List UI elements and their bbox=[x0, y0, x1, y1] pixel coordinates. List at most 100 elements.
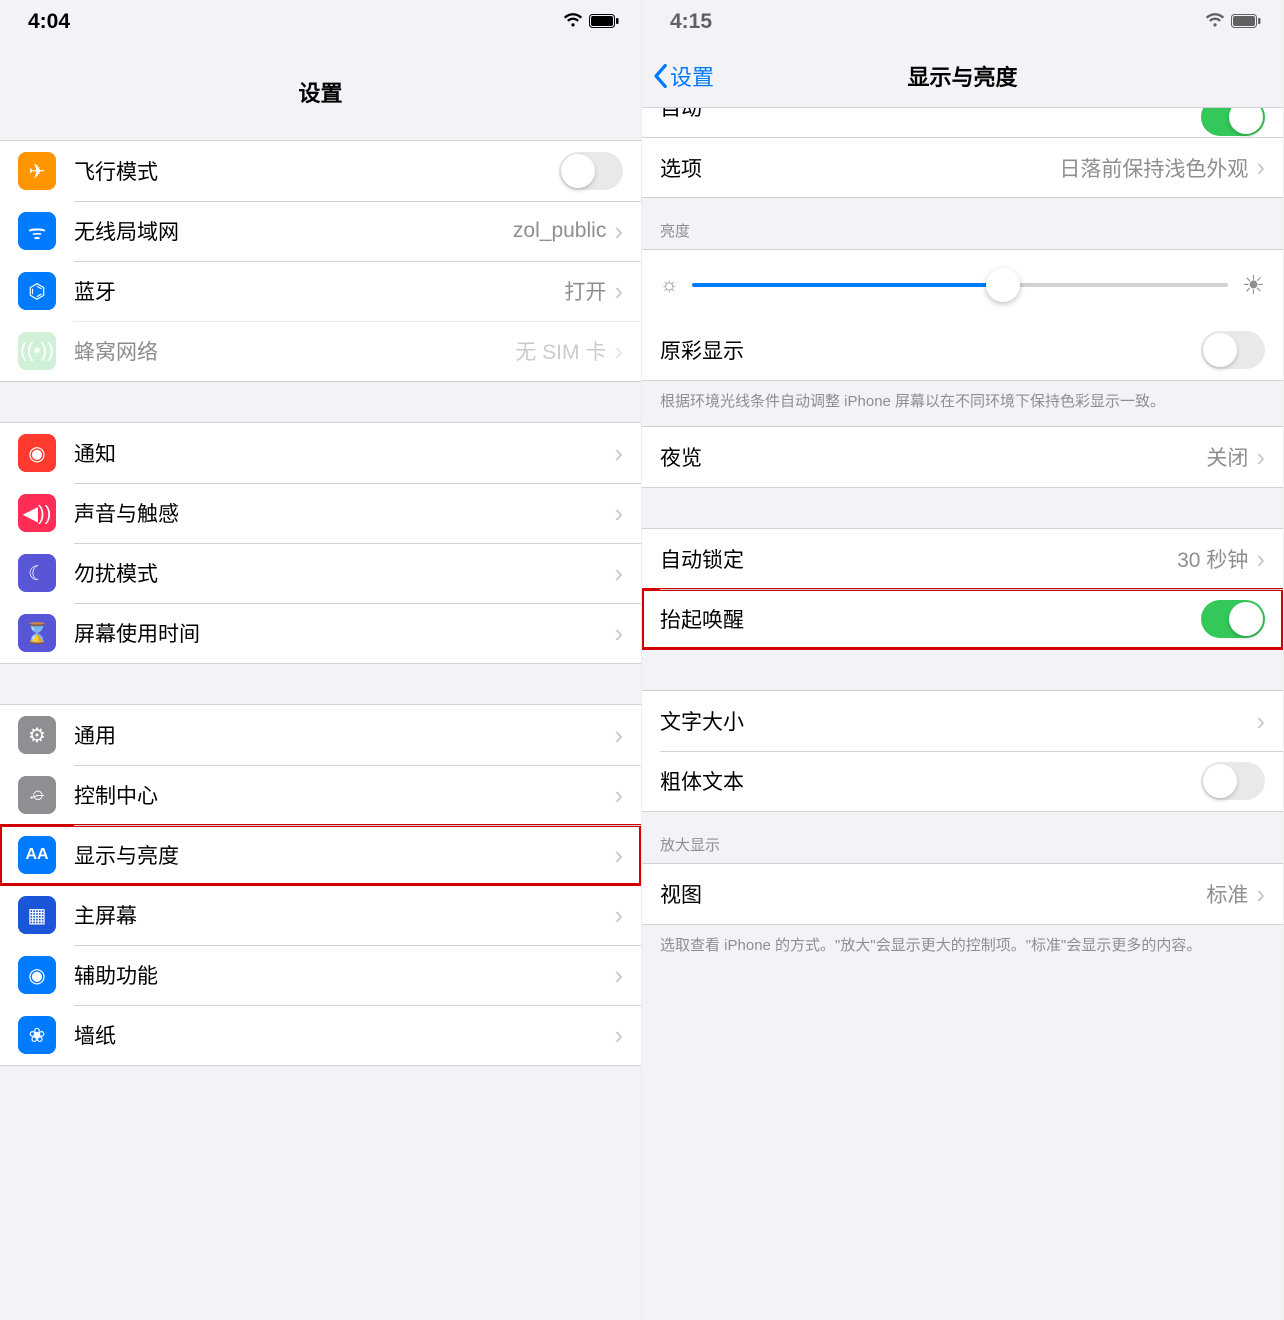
text-size-row[interactable]: 文字大小 › bbox=[642, 691, 1283, 751]
chevron-right-icon: › bbox=[614, 276, 623, 307]
settings-row-蓝牙[interactable]: ⌬蓝牙打开› bbox=[0, 261, 641, 321]
chevron-right-icon: › bbox=[1256, 152, 1265, 183]
chevron-right-icon: › bbox=[614, 618, 623, 649]
row-label: 墙纸 bbox=[74, 1020, 614, 1050]
true-tone-label: 原彩显示 bbox=[660, 335, 1201, 365]
status-bar: 4:15 bbox=[642, 0, 1283, 44]
status-icons bbox=[1205, 10, 1261, 34]
dnd-icon: ☾ bbox=[18, 554, 56, 592]
back-button[interactable]: 设置 bbox=[652, 60, 714, 92]
row-value: zol_public bbox=[513, 219, 606, 243]
settings-row-主屏幕[interactable]: ▦ 主屏幕› bbox=[0, 885, 641, 945]
bluetooth-icon: ⌬ bbox=[18, 272, 56, 310]
auto-lock-row[interactable]: 自动锁定 30 秒钟 › bbox=[642, 529, 1283, 589]
chevron-right-icon: › bbox=[614, 960, 623, 991]
brightness-slider[interactable] bbox=[692, 283, 1227, 287]
text-size-label: 文字大小 bbox=[660, 706, 1256, 736]
screentime-icon: ⌛ bbox=[18, 614, 56, 652]
chevron-right-icon: › bbox=[1256, 879, 1265, 910]
chevron-right-icon: › bbox=[614, 720, 623, 751]
settings-row-通知[interactable]: ◉通知› bbox=[0, 423, 641, 483]
sun-small-icon: ☼ bbox=[660, 274, 678, 297]
row-label: 声音与触感 bbox=[74, 498, 614, 528]
settings-screen: 4:04 设置 ✈飞行模式ᯤ无线局域网zol_public›⌬蓝牙打开›((•)… bbox=[0, 0, 642, 1320]
chevron-right-icon: › bbox=[614, 558, 623, 589]
display-brightness-screen: 4:15 设置 显示与亮度 自动 选项 日落前保持浅色外观 › 亮度 ☼ bbox=[642, 0, 1284, 1320]
settings-row-无线局域网[interactable]: ᯤ无线局域网zol_public› bbox=[0, 201, 641, 261]
settings-row-墙纸[interactable]: ❀墙纸› bbox=[0, 1005, 641, 1065]
row-value: 打开 bbox=[564, 276, 606, 306]
auto-label: 自动 bbox=[660, 108, 1201, 122]
view-value: 标准 bbox=[1206, 879, 1248, 909]
options-value: 日落前保持浅色外观 bbox=[1059, 153, 1248, 183]
chevron-right-icon: › bbox=[1256, 442, 1265, 473]
row-label: 通用 bbox=[74, 720, 614, 750]
chevron-right-icon: › bbox=[1256, 706, 1265, 737]
raise-to-wake-toggle[interactable] bbox=[1201, 600, 1265, 638]
night-shift-value: 关闭 bbox=[1206, 442, 1248, 472]
chevron-right-icon: › bbox=[614, 780, 623, 811]
display-icon: AA bbox=[18, 836, 56, 874]
chevron-right-icon: › bbox=[614, 900, 623, 931]
battery-status-icon bbox=[589, 10, 619, 34]
wallpaper-icon: ❀ bbox=[18, 1016, 56, 1054]
row-label: 勿扰模式 bbox=[74, 558, 614, 588]
auto-appearance-row-partial[interactable]: 自动 bbox=[642, 108, 1283, 138]
sun-large-icon: ☀ bbox=[1242, 270, 1265, 301]
nav-title: 显示与亮度 bbox=[907, 60, 1017, 92]
view-row[interactable]: 视图 标准 › bbox=[642, 864, 1283, 924]
options-label: 选项 bbox=[660, 153, 1059, 183]
settings-row-控制中心[interactable]: ⌮ 控制中心› bbox=[0, 765, 641, 825]
auto-lock-value: 30 秒钟 bbox=[1177, 544, 1248, 574]
settings-row-通用[interactable]: ⚙ 通用› bbox=[0, 705, 641, 765]
accessibility-icon: ◉ bbox=[18, 956, 56, 994]
chevron-right-icon: › bbox=[614, 336, 623, 367]
settings-row-蜂窝网络[interactable]: ((•))蜂窝网络无 SIM 卡› bbox=[0, 321, 641, 381]
zoom-header: 放大显示 bbox=[642, 812, 1283, 863]
slider-thumb[interactable] bbox=[986, 268, 1020, 302]
settings-row-屏幕使用时间[interactable]: ⌛ 屏幕使用时间› bbox=[0, 603, 641, 663]
night-shift-label: 夜览 bbox=[660, 442, 1206, 472]
control-center-icon: ⌮ bbox=[18, 776, 56, 814]
chevron-right-icon: › bbox=[1256, 544, 1265, 575]
nav-title: 设置 bbox=[298, 76, 342, 108]
cellular-icon: ((•)) bbox=[18, 332, 56, 370]
view-footer: 选取查看 iPhone 的方式。"放大"会显示更大的控制项。"标准"会显示更多的… bbox=[642, 925, 1283, 970]
row-label: 无线局域网 bbox=[74, 216, 513, 246]
raise-to-wake-row[interactable]: 抬起唤醒 bbox=[642, 589, 1283, 649]
row-label: 显示与亮度 bbox=[74, 840, 614, 870]
options-row[interactable]: 选项 日落前保持浅色外观 › bbox=[642, 138, 1283, 198]
raise-to-wake-label: 抬起唤醒 bbox=[660, 604, 1201, 634]
row-label: 飞行模式 bbox=[74, 156, 559, 186]
night-shift-row[interactable]: 夜览 关闭 › bbox=[642, 427, 1283, 487]
settings-row-显示与亮度[interactable]: AA 显示与亮度› bbox=[0, 825, 641, 885]
wifi-status-icon bbox=[1205, 10, 1225, 34]
row-label: 控制中心 bbox=[74, 780, 614, 810]
general-icon: ⚙ bbox=[18, 716, 56, 754]
brightness-header: 亮度 bbox=[642, 198, 1283, 249]
true-tone-toggle[interactable] bbox=[1201, 331, 1265, 369]
status-time: 4:04 bbox=[28, 10, 70, 34]
chevron-right-icon: › bbox=[614, 840, 623, 871]
toggle[interactable] bbox=[559, 152, 623, 190]
row-label: 主屏幕 bbox=[74, 900, 614, 930]
row-label: 通知 bbox=[74, 438, 614, 468]
settings-row-辅助功能[interactable]: ◉辅助功能› bbox=[0, 945, 641, 1005]
nav-bar: 设置 bbox=[0, 44, 641, 140]
status-time: 4:15 bbox=[670, 10, 712, 34]
sound-icon: ◀)) bbox=[18, 494, 56, 532]
true-tone-row[interactable]: 原彩显示 bbox=[642, 320, 1283, 380]
brightness-slider-row[interactable]: ☼ ☀ bbox=[642, 250, 1283, 320]
bold-text-toggle[interactable] bbox=[1201, 762, 1265, 800]
chevron-right-icon: › bbox=[614, 438, 623, 469]
auto-lock-label: 自动锁定 bbox=[660, 544, 1177, 574]
auto-toggle[interactable] bbox=[1201, 108, 1265, 136]
settings-row-勿扰模式[interactable]: ☾ 勿扰模式› bbox=[0, 543, 641, 603]
row-label: 屏幕使用时间 bbox=[74, 618, 614, 648]
settings-row-飞行模式[interactable]: ✈飞行模式 bbox=[0, 141, 641, 201]
settings-row-声音与触感[interactable]: ◀))声音与触感› bbox=[0, 483, 641, 543]
bold-text-label: 粗体文本 bbox=[660, 766, 1201, 796]
row-label: 蜂窝网络 bbox=[74, 336, 515, 366]
home-screen-icon: ▦ bbox=[18, 896, 56, 934]
bold-text-row[interactable]: 粗体文本 bbox=[642, 751, 1283, 811]
